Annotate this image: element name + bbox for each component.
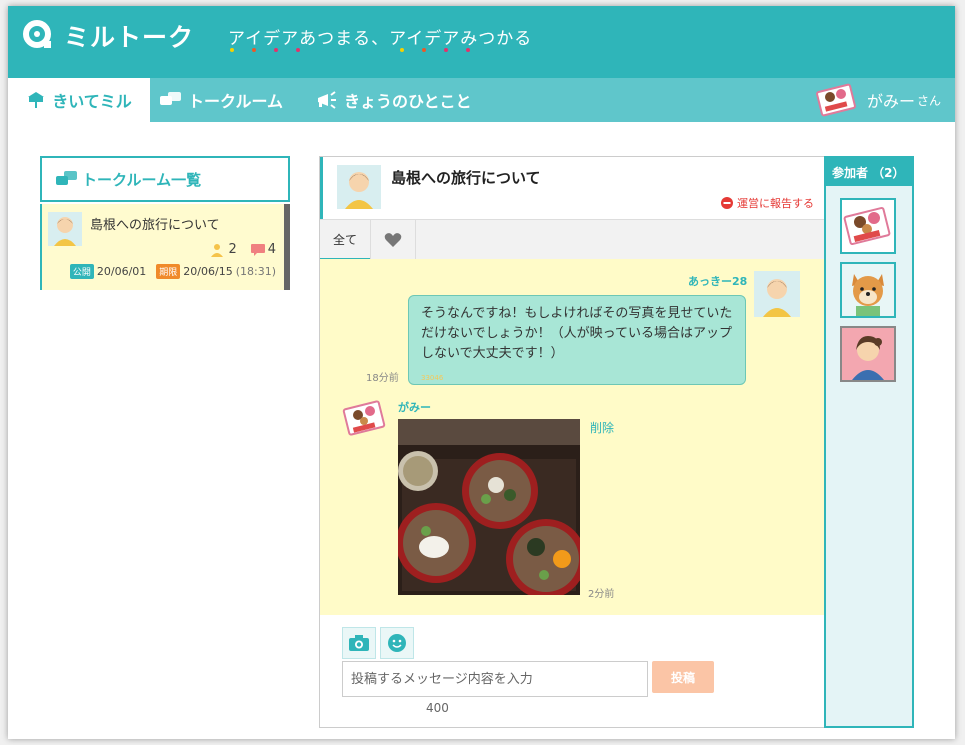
logo[interactable]: ミルトーク bbox=[22, 18, 194, 54]
emoji-button[interactable] bbox=[380, 627, 414, 659]
avatar bbox=[337, 165, 381, 209]
heart-icon bbox=[384, 233, 402, 247]
tagline-dots bbox=[230, 48, 490, 54]
chat-panel: 島根への旅行について 運営に報告する 全て あっきー28 そうなんですね！もしよ bbox=[319, 156, 825, 728]
user-suffix: さん bbox=[916, 93, 941, 108]
donut-box-avatar-icon bbox=[843, 207, 891, 245]
tab-favorites[interactable] bbox=[370, 220, 416, 260]
report-link[interactable]: 運営に報告する bbox=[721, 195, 814, 211]
public-date: 20/06/01 bbox=[96, 265, 147, 278]
avatar bbox=[754, 271, 800, 317]
report-label: 運営に報告する bbox=[737, 197, 814, 210]
app-window: ミルトーク アイデアあつまる、アイデアみつかる きいてミル トークルーム きょう… bbox=[8, 6, 955, 739]
camera-button[interactable] bbox=[342, 627, 376, 659]
deadline-date: 20/06/15 bbox=[183, 265, 233, 278]
message-sub: 33046 bbox=[421, 374, 444, 382]
comment-count: 4 bbox=[267, 242, 276, 257]
message-list: あっきー28 そうなんですね！もしよければその写真を見せていた だけないでしょう… bbox=[320, 259, 824, 615]
dot bbox=[252, 48, 256, 52]
room-list-panel: トークルーム一覧 島根への旅行について 2 4 公開 20/06/01 期限 2… bbox=[40, 156, 290, 292]
tagline: アイデアあつまる、アイデアみつかる bbox=[228, 29, 533, 49]
tab-label: きょうのひとこと bbox=[344, 92, 472, 111]
dot bbox=[444, 48, 448, 52]
woman-avatar-icon bbox=[842, 328, 894, 380]
message-bubble: そうなんですね！もしよければその写真を見せていた だけないでしょうか！（人が映っ… bbox=[408, 295, 746, 385]
soba-photo-image bbox=[398, 419, 580, 595]
dot bbox=[422, 48, 426, 52]
dot bbox=[296, 48, 300, 52]
donut-box-avatar-icon bbox=[342, 400, 386, 436]
post-button[interactable]: 投稿 bbox=[652, 661, 714, 693]
smiley-icon bbox=[388, 634, 406, 652]
delete-link[interactable]: 削除 bbox=[590, 419, 614, 436]
message-author: あっきー28 bbox=[688, 275, 748, 288]
tab-label: きいてミル bbox=[52, 92, 132, 111]
public-badge: 公開 bbox=[69, 264, 94, 279]
dot bbox=[400, 48, 404, 52]
donut-box-avatar-icon bbox=[815, 83, 856, 117]
tab-all[interactable]: 全て bbox=[320, 220, 370, 260]
deadline-badge: 期限 bbox=[156, 264, 181, 279]
camera-icon bbox=[349, 635, 369, 651]
dot bbox=[274, 48, 278, 52]
person-icon bbox=[211, 243, 224, 257]
tab-talkroom[interactable]: トークルーム bbox=[160, 78, 283, 122]
room-list-item[interactable]: 島根への旅行について 2 4 公開 20/06/01 期限 20/06/15 (… bbox=[40, 204, 290, 290]
dog-avatar-icon bbox=[842, 264, 894, 316]
room-counts: 2 4 bbox=[210, 242, 276, 257]
signboard-icon bbox=[28, 92, 45, 108]
avatar bbox=[48, 212, 82, 246]
room-list-heading: トークルーム一覧 bbox=[40, 156, 290, 202]
participant-avatar[interactable] bbox=[840, 198, 896, 254]
main-nav: きいてミル トークルーム きょうのひとこと がみー さん bbox=[8, 78, 955, 122]
message-line: だけないでしょうか！（人が映っている場合はアップ bbox=[421, 326, 732, 341]
tab-kiitemiru[interactable]: きいてミル bbox=[8, 78, 150, 122]
room-title: 島根への旅行について bbox=[90, 218, 220, 233]
user-menu[interactable]: がみー さん bbox=[815, 78, 941, 122]
message-time: 18分前 bbox=[366, 373, 399, 384]
char-counter: 400 bbox=[426, 701, 449, 715]
food-photo[interactable] bbox=[398, 419, 580, 595]
logo-text: ミルトーク bbox=[64, 23, 195, 52]
tab-hitokoto[interactable]: きょうのひとこと bbox=[316, 78, 472, 122]
participant-avatar[interactable] bbox=[840, 326, 896, 382]
tab-label: トークルーム bbox=[188, 92, 284, 111]
message-time: 2分前 bbox=[588, 589, 615, 600]
member-count: 2 bbox=[228, 242, 237, 257]
participant-avatar[interactable] bbox=[840, 262, 896, 318]
chat-title: 島根への旅行について bbox=[391, 169, 541, 187]
chat-header: 島根への旅行について 運営に報告する bbox=[320, 157, 824, 219]
speech-bubbles-icon bbox=[56, 171, 77, 185]
participants-panel: 参加者 （2） bbox=[824, 156, 914, 728]
magnifier-logo-icon bbox=[23, 20, 51, 48]
megaphone-icon bbox=[318, 91, 336, 109]
message-input[interactable] bbox=[342, 661, 648, 697]
user-name: がみー bbox=[866, 92, 915, 111]
participants-heading: 参加者 （2） bbox=[826, 158, 912, 186]
room-list-title: トークルーム一覧 bbox=[82, 170, 202, 189]
message-author: がみー bbox=[398, 401, 431, 414]
site-header: ミルトーク アイデアあつまる、アイデアみつかる bbox=[8, 6, 955, 78]
dot bbox=[466, 48, 470, 52]
room-dates: 公開 20/06/01 期限 20/06/15 (18:31) bbox=[69, 264, 276, 279]
message-composer: 投稿 400 bbox=[320, 615, 824, 727]
message-line: そうなんですね！もしよければその写真を見せていた bbox=[421, 306, 733, 321]
message-line: しないで大丈夫です！） bbox=[421, 346, 564, 361]
chat-filter-tabs: 全て bbox=[320, 219, 824, 260]
no-entry-icon bbox=[721, 197, 733, 209]
dot bbox=[230, 48, 234, 52]
deadline-time: (18:31) bbox=[235, 265, 276, 278]
comment-icon bbox=[250, 243, 265, 256]
speech-bubbles-icon bbox=[160, 92, 181, 105]
